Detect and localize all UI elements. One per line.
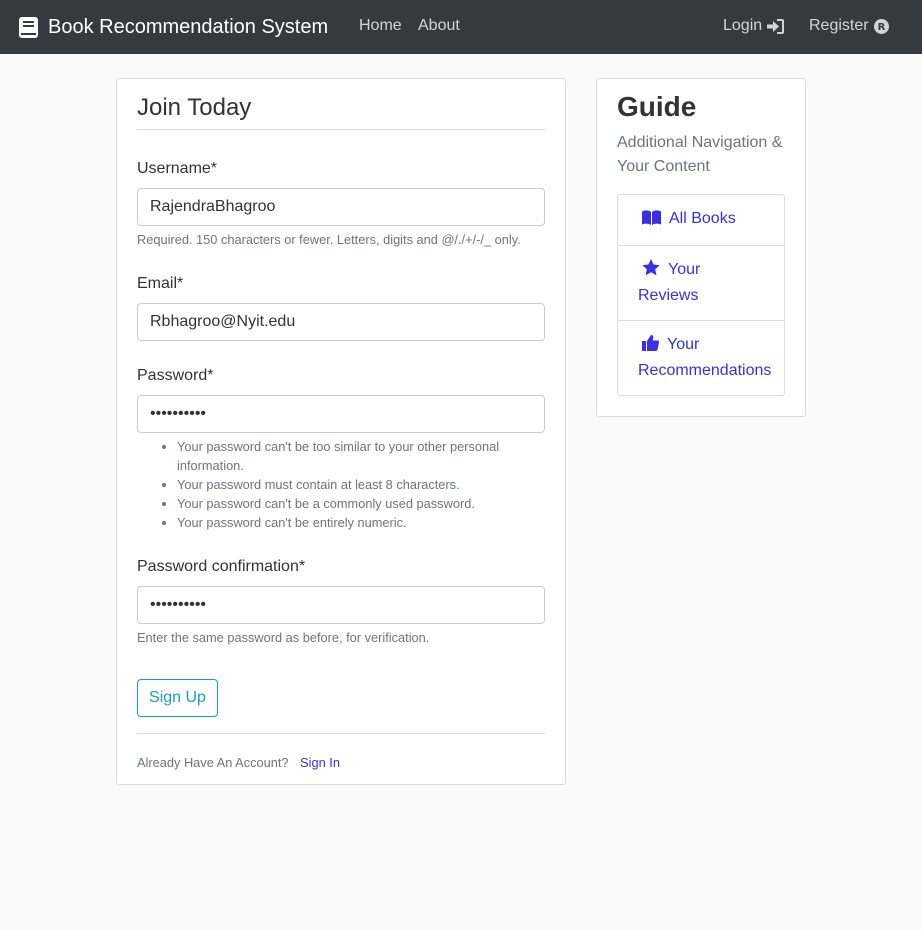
signin-prompt-text: Already Have An Account? (137, 755, 289, 770)
brand-title: Book Recommendation System (48, 15, 329, 38)
nav-about[interactable]: About (418, 17, 460, 35)
guide-item-reviews[interactable]: Your Reviews (618, 246, 784, 321)
password-confirm-label: Password confirmation* (137, 558, 306, 575)
book-icon (19, 16, 38, 38)
nav-login[interactable]: Login (723, 17, 785, 35)
signin-prompt: Already Have An Account? Sign In (137, 755, 340, 770)
guide-item-all-books[interactable]: All Books (618, 195, 784, 246)
password-help-item: Your password can't be a commonly used p… (177, 494, 537, 513)
star-icon (642, 259, 660, 284)
sign-up-button[interactable]: Sign Up (137, 679, 218, 717)
sign-in-link[interactable]: Sign In (300, 755, 340, 770)
brand-link[interactable]: Book Recommendation System (19, 14, 328, 40)
nav-register[interactable]: Register R (809, 17, 889, 35)
password-help-list: Your password can't be too similar to yo… (157, 437, 537, 532)
email-input[interactable] (137, 303, 545, 341)
navbar: Book Recommendation System Home About Lo… (0, 0, 922, 54)
nav-register-label: Register (809, 17, 869, 34)
username-input[interactable] (137, 188, 545, 226)
password-confirm-help: Enter the same password as before, for v… (137, 630, 430, 645)
password-confirm-input[interactable] (137, 586, 545, 624)
form-legend: Join Today (137, 93, 545, 130)
password-help-item: Your password can't be too similar to yo… (177, 437, 537, 475)
registered-icon: R (873, 18, 889, 34)
password-help-item: Your password must contain at least 8 ch… (177, 475, 537, 494)
guide-item-recommendations[interactable]: Your Recommendations (618, 321, 784, 395)
nav-login-label: Login (723, 17, 763, 34)
username-label: Username* (137, 160, 218, 177)
guide-title: Guide (617, 91, 697, 122)
sign-in-icon (767, 18, 785, 34)
password-input[interactable] (137, 395, 545, 433)
book-open-icon (642, 209, 661, 233)
register-card: Join Today Username* Required. 150 chara… (116, 78, 566, 785)
form-divider (137, 733, 545, 734)
guide-nav-list: All Books Your Reviews Your Recommendati… (617, 194, 785, 396)
guide-subtitle: Additional Navigation & Your Content (617, 134, 783, 175)
password-label: Password* (137, 367, 214, 384)
thumbs-up-icon (642, 335, 660, 359)
password-help-item: Your password can't be entirely numeric. (177, 513, 537, 532)
email-label: Email* (137, 275, 184, 292)
guide-item-label: All Books (669, 210, 736, 227)
username-help: Required. 150 characters or fewer. Lette… (137, 232, 521, 247)
svg-text:R: R (877, 22, 885, 33)
guide-card: Guide Additional Navigation & Your Conte… (596, 78, 806, 417)
nav-home[interactable]: Home (359, 17, 402, 35)
